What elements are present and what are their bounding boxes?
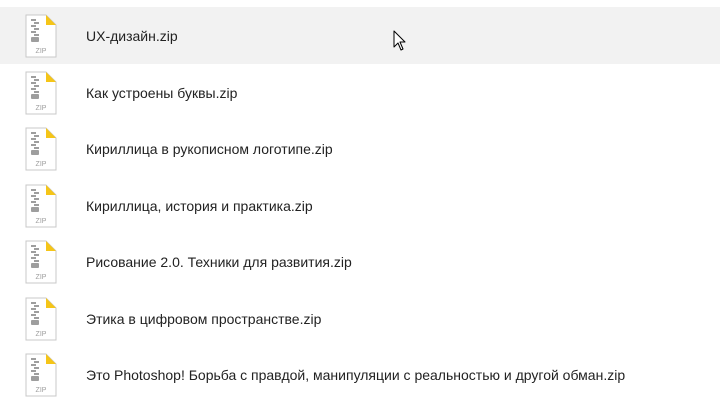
file-name[interactable]: Кириллица в рукописном логотипе.zip (86, 141, 333, 157)
zip-file-icon: ZIP (25, 353, 57, 397)
zip-file-icon: ZIP (25, 240, 57, 284)
zip-file-icon: ZIP (25, 71, 57, 115)
file-name[interactable]: Рисование 2.0. Техники для развития.zip (86, 254, 352, 270)
file-name[interactable]: Этика в цифровом пространстве.zip (86, 311, 321, 327)
file-row[interactable]: ZIP Это Photoshop! Борьба с правдой, ман… (0, 346, 720, 403)
zip-label: ZIP (36, 387, 47, 394)
file-row[interactable]: ZIP Кириллица, история и практика.zip (0, 177, 720, 234)
file-row[interactable]: ZIP Этика в цифровом пространстве.zip (0, 290, 720, 347)
zip-label: ZIP (36, 218, 47, 225)
zip-label: ZIP (36, 105, 47, 112)
zip-file-icon: ZIP (25, 127, 57, 171)
zip-label: ZIP (36, 161, 47, 168)
file-name[interactable]: Это Photoshop! Борьба с правдой, манипул… (86, 367, 625, 383)
zip-file-icon: ZIP (25, 297, 57, 341)
file-name[interactable]: UX-дизайн.zip (86, 28, 178, 44)
file-row[interactable]: ZIP Как устроены буквы.zip (0, 64, 720, 121)
file-name[interactable]: Как устроены буквы.zip (86, 85, 237, 101)
file-row[interactable]: ZIP Кириллица в рукописном логотипе.zip (0, 120, 720, 177)
file-row[interactable]: ZIP Рисование 2.0. Техники для развития.… (0, 233, 720, 290)
zip-label: ZIP (36, 48, 47, 55)
zip-label: ZIP (36, 274, 47, 281)
file-list: ZIP UX-дизайн.zip ZIP Как устроены буквы… (0, 0, 720, 414)
zip-label: ZIP (36, 331, 47, 338)
mouse-cursor-icon (393, 30, 407, 52)
file-name[interactable]: Кириллица, история и практика.zip (86, 198, 313, 214)
zip-file-icon: ZIP (25, 14, 57, 58)
zip-file-icon: ZIP (25, 184, 57, 228)
file-row[interactable]: ZIP UX-дизайн.zip (0, 7, 720, 64)
